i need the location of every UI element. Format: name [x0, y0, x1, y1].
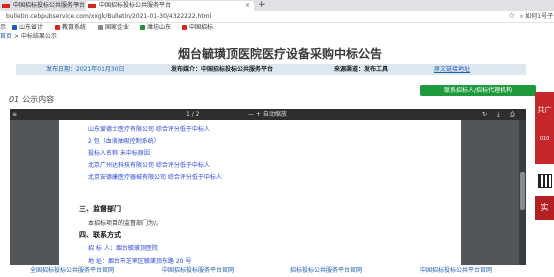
pdf-toolbar: ≡ 1 / 2 — + 自动缩放 ↻ ⤓ ⎙ — [10, 109, 526, 120]
rotate-icon[interactable]: ↻ — [482, 109, 487, 120]
pdf-section-heading: 四、联系方式 — [79, 231, 121, 239]
publish-media: 发布媒介：中国招标投标公共服务平台 — [171, 66, 274, 73]
pdf-page: 山东爱德士医疗有限公司 综合评分低于中标人 2 包（血液抽吸控制系统） 投标人名… — [59, 120, 461, 268]
pdf-line: 地 址：烟台市芝罘区毓璜顶东路 20 号 — [88, 258, 192, 265]
download-icon[interactable]: ⤓ — [497, 109, 500, 120]
footer-link[interactable]: 招标投标公共服务平台官网 — [290, 265, 362, 277]
side-ad-text: 共广 — [537, 106, 552, 114]
bookmark-icon — [182, 25, 187, 30]
qr-code-icon — [538, 174, 552, 188]
search-text: 如何1号子 — [525, 13, 554, 20]
breadcrumb-separator: > — [13, 33, 19, 40]
site-favicon-icon — [2, 3, 10, 8]
breadcrumb: 首页 > 中标结果公示 — [0, 33, 554, 41]
browser-tab[interactable]: 中国招标投标公共服务平台 × — [0, 1, 85, 11]
page-indicator[interactable]: 1 / 2 — [186, 109, 199, 120]
search-box[interactable]: ⌕ 如何1号子 — [520, 12, 553, 22]
sidebar-toggle-icon[interactable]: ≡ — [12, 109, 17, 120]
bookmark-item[interactable]: 中国招标 — [182, 23, 213, 33]
bookmark-item[interactable]: 示 — [0, 23, 6, 33]
side-ad-banner-2[interactable]: 实 — [535, 196, 554, 220]
pdf-line: 投标人名称 未中标原因 — [88, 150, 150, 157]
pdf-line: 北京安德康医疗器械有限公司 综合评分低于中标人 — [88, 174, 222, 181]
publish-date: 发布日期：2021年01月30日 — [46, 66, 125, 73]
breadcrumb-home-link[interactable]: 首页 — [0, 33, 12, 40]
bookmark-item[interactable]: 国家企业 — [98, 23, 129, 33]
bookmark-item[interactable]: 教育系统 — [55, 23, 86, 33]
bookmark-item[interactable]: 潍坊山东 — [140, 23, 171, 33]
bookmark-icon — [98, 25, 103, 30]
section-number: 01 — [9, 95, 20, 104]
notice-info-row: 发布日期：2021年01月30日 发布媒介：中国招标投标公共服务平台 来源渠道：… — [16, 64, 526, 75]
footer-links: 全国招标投标公共服务平台官网 中国招标投标服务平台官网 招标投标公共服务平台官网… — [0, 265, 554, 277]
page-title: 烟台毓璜顶医院医疗设备采购中标公告 — [177, 47, 382, 61]
scrollbar-thumb[interactable] — [520, 172, 525, 210]
bookmark-star-icon[interactable]: ☆ — [508, 11, 515, 20]
breadcrumb-current: 中标结果公示 — [20, 33, 57, 40]
print-icon[interactable]: ⎙ — [510, 109, 515, 120]
pdf-section-heading: 三、监督部门 — [79, 205, 121, 213]
browser-tab-active[interactable]: 中国招标投标公共服务平台 × — [86, 1, 254, 11]
pdf-line: 2 包（血液抽吸控制系统） — [88, 138, 160, 145]
pdf-line: 本招标项目的监督部门为/。 — [88, 220, 163, 227]
footer-link[interactable]: 中国招标投标公共平台官网 — [420, 265, 492, 277]
section-label: 公示内容 — [22, 95, 55, 104]
pdf-line: 北京广州达科技有限公司 综合评分低于中标人 — [88, 162, 210, 169]
pdf-viewport[interactable]: 山东爱德士医疗有限公司 综合评分低于中标人 2 包（血液抽吸控制系统） 投标人名… — [10, 120, 526, 268]
close-tab-icon[interactable]: × — [245, 1, 250, 11]
footer-link[interactable]: 中国招标投标服务平台官网 — [162, 265, 234, 277]
new-tab-button[interactable]: + — [258, 0, 266, 10]
bookmark-icon — [140, 25, 145, 30]
pdf-line: 招 标 人：烟台毓璜顶医院 — [88, 245, 158, 252]
footer-link[interactable]: 全国招标投标公共服务平台官网 — [30, 265, 114, 277]
pdf-line: 山东爱德士医疗有限公司 综合评分低于中标人 — [88, 126, 210, 133]
zoom-control[interactable]: — + 自动缩放 — [248, 109, 287, 120]
bookmark-icon — [55, 25, 60, 30]
bookmark-icon — [12, 25, 17, 30]
section-heading: 01 公示内容 — [9, 94, 54, 105]
close-tab-icon[interactable]: × — [75, 1, 80, 11]
original-link[interactable]: 原文链接地址 — [434, 64, 470, 75]
source-channel: 来源渠道：发布工具 — [334, 66, 389, 73]
browser-tab-bar: 中国招标投标公共服务平台 × 中国招标投标公共服务平台 × + — [0, 0, 554, 11]
side-ad-banner[interactable]: 共广 010 — [535, 92, 554, 164]
address-bar: bulletin.cebpubservice.com/xxgk/Bulletin… — [0, 11, 554, 23]
url-field[interactable]: bulletin.cebpubservice.com/xxgk/Bulletin… — [6, 12, 211, 22]
tab-label: 中国招标投标公共服务平台 — [99, 2, 172, 9]
side-ad-subtext: 010 — [539, 136, 550, 142]
contact-bidder-button[interactable]: 联系招标人/招标代理机构 — [420, 85, 536, 96]
site-favicon-icon — [88, 3, 96, 8]
bookmark-item[interactable]: 山东省计 — [12, 23, 43, 33]
pdf-scrollbar[interactable] — [519, 120, 526, 268]
search-icon: ⌕ — [520, 13, 524, 20]
bookmarks-bar: 示 山东省计 教育系统 国家企业 潍坊山东 中国招标 — [0, 23, 554, 33]
